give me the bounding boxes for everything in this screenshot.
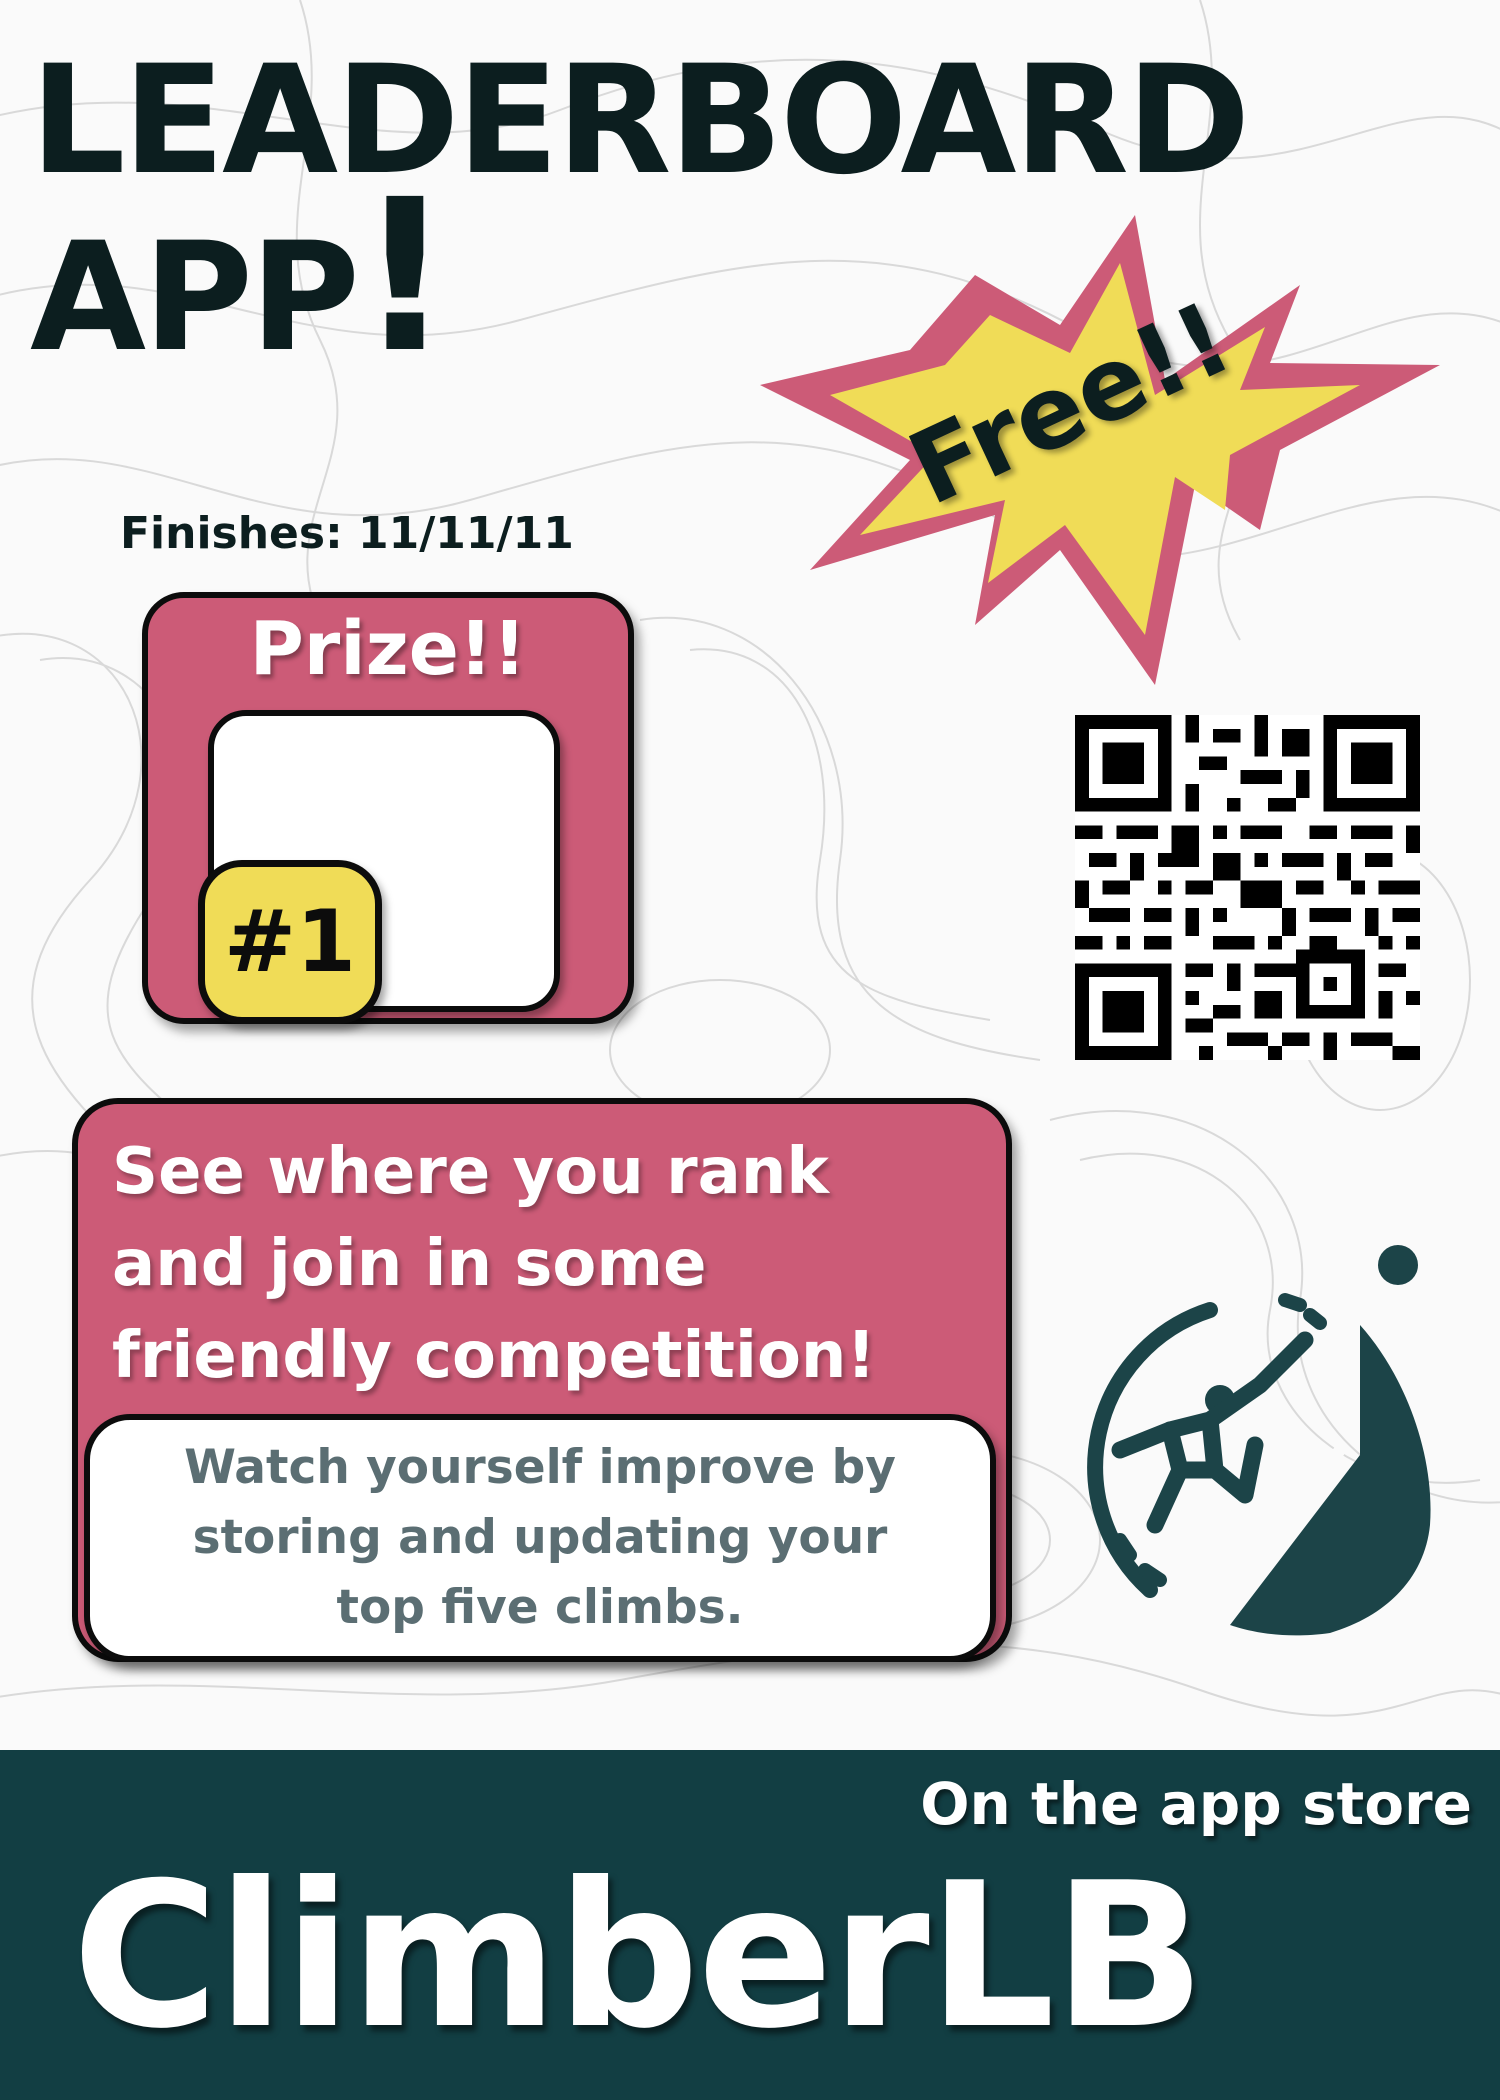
prize-title: Prize!! bbox=[249, 606, 527, 692]
rank-badge: #1 bbox=[198, 860, 382, 1024]
title-line2: APP bbox=[30, 211, 360, 385]
promo-headline-line3: friendly competition! bbox=[112, 1319, 876, 1393]
brand-name: ClimberLB bbox=[72, 1840, 1206, 2073]
footer-banner: On the app store ClimberLB bbox=[0, 1750, 1500, 2100]
promo-subtext-line3: top five climbs. bbox=[336, 1580, 744, 1635]
promo-headline-line1: See where you rank bbox=[112, 1135, 829, 1209]
promo-subtext-line1: Watch yourself improve by bbox=[184, 1440, 896, 1495]
promo-subtext: Watch yourself improve by storing and up… bbox=[144, 1433, 936, 1643]
promo-subtext-box: Watch yourself improve by storing and up… bbox=[84, 1414, 996, 1662]
promo-headline-line2: and join in some bbox=[112, 1227, 707, 1301]
climber-logo-icon bbox=[1087, 1245, 1431, 1636]
promo-subtext-line2: storing and updating your bbox=[192, 1510, 888, 1565]
app-store-text: On the app store bbox=[920, 1770, 1472, 1838]
promo-card: See where you rank and join in some frie… bbox=[72, 1098, 1012, 1662]
qr-code-icon[interactable] bbox=[1075, 715, 1420, 1060]
title-exclaim: ! bbox=[356, 154, 453, 399]
finish-date-text: Finishes: 11/11/11 bbox=[120, 508, 574, 559]
promo-headline: See where you rank and join in some frie… bbox=[112, 1126, 992, 1402]
title-line1: LEADERBOARD bbox=[30, 34, 1251, 208]
prize-card: Prize!! #1 bbox=[142, 592, 634, 1024]
